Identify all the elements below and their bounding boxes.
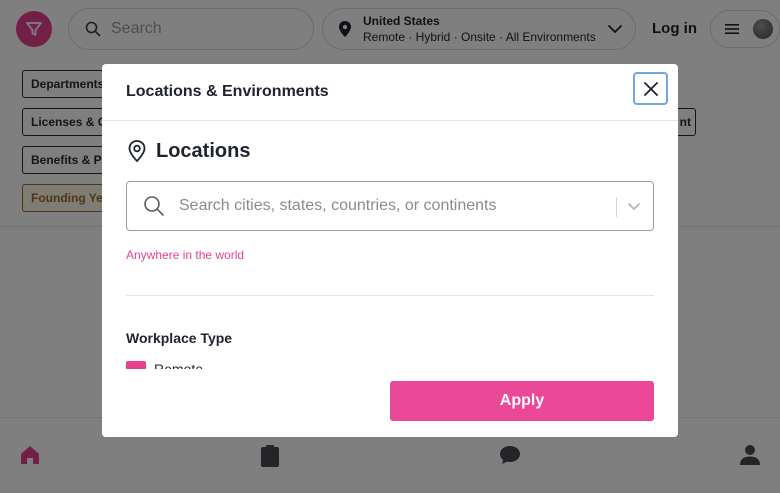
- map-pin-icon: [128, 140, 146, 163]
- search-icon: [144, 196, 164, 216]
- location-search-input[interactable]: Search cities, states, countries, or con…: [126, 181, 654, 231]
- locations-heading: Locations: [156, 139, 251, 162]
- locations-section-header: Locations: [126, 139, 250, 163]
- locations-modal: Locations & Environments Locations Searc…: [102, 64, 678, 437]
- workplace-type-heading: Workplace Type: [126, 330, 233, 346]
- modal-footer: Apply: [102, 369, 678, 437]
- input-separator: [616, 197, 617, 217]
- chevron-down-icon[interactable]: [627, 199, 641, 213]
- location-search-placeholder: Search cities, states, countries, or con…: [179, 197, 497, 214]
- close-icon: [643, 81, 658, 96]
- apply-button[interactable]: Apply: [390, 381, 654, 421]
- modal-divider: [126, 295, 654, 296]
- modal-title: Locations & Environments: [126, 83, 329, 100]
- modal-header: Locations & Environments: [102, 64, 678, 121]
- close-button[interactable]: [633, 72, 668, 105]
- anywhere-in-world-text: Anywhere in the world: [126, 248, 245, 262]
